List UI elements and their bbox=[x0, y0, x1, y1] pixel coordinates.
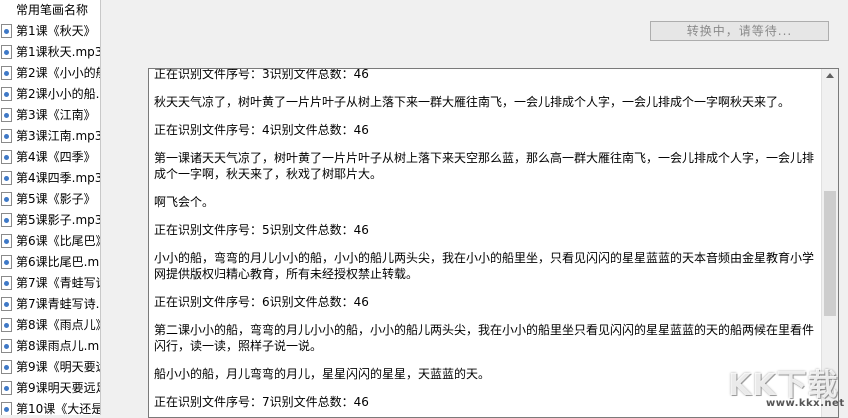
list-item[interactable]: 第8课雨点儿.mp3 bbox=[0, 336, 100, 357]
file-list-header-label: 常用笔画名称 bbox=[16, 3, 89, 17]
list-item-label: 第8课雨点儿.mp3 bbox=[16, 339, 100, 353]
log-line: 秋天天气凉了，树叶黄了一片片叶子从树上落下来一群大雁往南飞，一会儿排成个人字，一… bbox=[154, 95, 791, 109]
list-item-label: 第10课《大还是小》 bbox=[16, 402, 100, 415]
list-item-label: 第9课《明天要远足》 bbox=[16, 360, 100, 374]
list-item-label: 第3课江南.mp3 bbox=[16, 129, 100, 143]
list-item[interactable]: 第3课江南.mp3 bbox=[0, 126, 100, 147]
audio-file-icon bbox=[1, 129, 12, 143]
audio-file-icon bbox=[1, 318, 12, 332]
list-item[interactable]: 第2课小小的船.mp3 bbox=[0, 84, 100, 105]
list-item[interactable]: 第4课四季.mp3 bbox=[0, 168, 100, 189]
list-item-label: 第6课《比尾巴》 bbox=[16, 234, 100, 248]
audio-file-icon bbox=[1, 171, 12, 185]
log-line: 小小的船，弯弯的月儿小小的船，小小的船儿两头尖，我在小小的船里坐，只看见闪闪的星… bbox=[154, 251, 815, 281]
audio-file-icon bbox=[1, 192, 12, 206]
list-item-label: 第5课《影子》 bbox=[16, 192, 96, 206]
log-line: 正在识别文件序号：7识别文件总数：46 bbox=[154, 395, 369, 409]
audio-file-icon bbox=[1, 150, 12, 164]
list-item[interactable]: 第5课《影子》 bbox=[0, 189, 100, 210]
list-item[interactable]: 第9课《明天要远足》 bbox=[0, 357, 100, 378]
file-list[interactable]: 常用笔画名称 第1课《秋天》 第1课秋天.mp3 第2课《小小的船》 第2课小小… bbox=[0, 0, 101, 415]
audio-file-icon bbox=[1, 108, 12, 122]
log-line: 正在识别文件序号：3识别文件总数：46 bbox=[154, 68, 369, 81]
log-content: 正在识别文件序号：3识别文件总数：46 秋天天气凉了，树叶黄了一片片叶子从树上落… bbox=[154, 68, 818, 417]
status-button-label: 转换中，请等待... bbox=[686, 24, 793, 38]
audio-file-icon bbox=[1, 24, 12, 38]
audio-file-icon bbox=[1, 66, 12, 80]
list-item-label: 第4课《四季》 bbox=[16, 150, 96, 164]
list-item[interactable]: 第1课《秋天》 bbox=[0, 21, 100, 42]
list-item-label: 第8课《雨点儿》 bbox=[16, 318, 100, 332]
audio-file-icon bbox=[1, 360, 12, 374]
list-item-label: 第2课小小的船.mp3 bbox=[16, 87, 100, 101]
list-item-label: 第5课影子.mp3 bbox=[16, 213, 100, 227]
audio-file-icon bbox=[1, 213, 12, 227]
list-item[interactable]: 第7课《青蛙写诗》 bbox=[0, 273, 100, 294]
list-item-label: 第6课比尾巴.mp3 bbox=[16, 255, 100, 269]
list-item[interactable]: 第4课《四季》 bbox=[0, 147, 100, 168]
audio-file-icon bbox=[1, 339, 12, 353]
log-line: 啊飞会个。 bbox=[154, 195, 215, 209]
list-item[interactable]: 第7课青蛙写诗.mp3 bbox=[0, 294, 100, 315]
audio-file-icon bbox=[1, 381, 12, 395]
list-item[interactable]: 第8课《雨点儿》 bbox=[0, 315, 100, 336]
audio-file-icon bbox=[1, 402, 12, 415]
list-item[interactable]: 第9课明天要远足.mp3 bbox=[0, 378, 100, 399]
list-item-label: 第7课《青蛙写诗》 bbox=[16, 276, 100, 290]
log-line: 正在识别文件序号：6识别文件总数：46 bbox=[154, 295, 369, 309]
file-list-header[interactable]: 常用笔画名称 bbox=[0, 0, 100, 21]
list-item-label: 第7课青蛙写诗.mp3 bbox=[16, 297, 100, 311]
list-item-label: 第1课秋天.mp3 bbox=[16, 45, 100, 59]
vertical-scrollbar[interactable] bbox=[821, 69, 838, 417]
audio-file-icon bbox=[1, 276, 12, 290]
list-item-label: 第3课《江南》 bbox=[16, 108, 96, 122]
audio-file-icon bbox=[1, 87, 12, 101]
list-item[interactable]: 第6课《比尾巴》 bbox=[0, 231, 100, 252]
list-item[interactable]: 第10课《大还是小》 bbox=[0, 399, 100, 415]
audio-file-icon bbox=[1, 255, 12, 269]
list-item-label: 第1课《秋天》 bbox=[16, 24, 96, 38]
list-item[interactable]: 第6课比尾巴.mp3 bbox=[0, 252, 100, 273]
list-item-label: 第4课四季.mp3 bbox=[16, 171, 100, 185]
list-item[interactable]: 第3课《江南》 bbox=[0, 105, 100, 126]
audio-file-icon bbox=[1, 234, 12, 248]
scrollbar-thumb[interactable] bbox=[824, 191, 836, 316]
list-item-label: 第9课明天要远足.mp3 bbox=[16, 381, 100, 395]
converting-status-button[interactable]: 转换中，请等待... bbox=[650, 21, 829, 41]
list-item[interactable]: 第1课秋天.mp3 bbox=[0, 42, 100, 63]
log-line: 第一课诸天天气凉了，树叶黄了一片片叶子从树上落下来天空那么蓝，那么高一群大雁往南… bbox=[154, 151, 815, 181]
audio-file-icon bbox=[1, 297, 12, 311]
log-line: 船小小的船，月儿弯弯的月儿，星星闪闪的星星，天蓝蓝的天。 bbox=[154, 367, 491, 381]
log-line: 第二课小小的船，弯弯的月儿小小的船，小小的船儿两头尖，我在小小的船里坐只看见闪闪… bbox=[154, 323, 815, 353]
list-item-label: 第2课《小小的船》 bbox=[16, 66, 100, 80]
audio-file-icon bbox=[1, 45, 12, 59]
list-item[interactable]: 第5课影子.mp3 bbox=[0, 210, 100, 231]
log-line: 正在识别文件序号：5识别文件总数：46 bbox=[154, 223, 369, 237]
recognition-log-textarea[interactable]: 正在识别文件序号：3识别文件总数：46 秋天天气凉了，树叶黄了一片片叶子从树上落… bbox=[148, 68, 839, 418]
scroll-up-arrow-icon[interactable] bbox=[826, 73, 834, 78]
list-item[interactable]: 第2课《小小的船》 bbox=[0, 63, 100, 84]
log-line: 正在识别文件序号：4识别文件总数：46 bbox=[154, 123, 369, 137]
